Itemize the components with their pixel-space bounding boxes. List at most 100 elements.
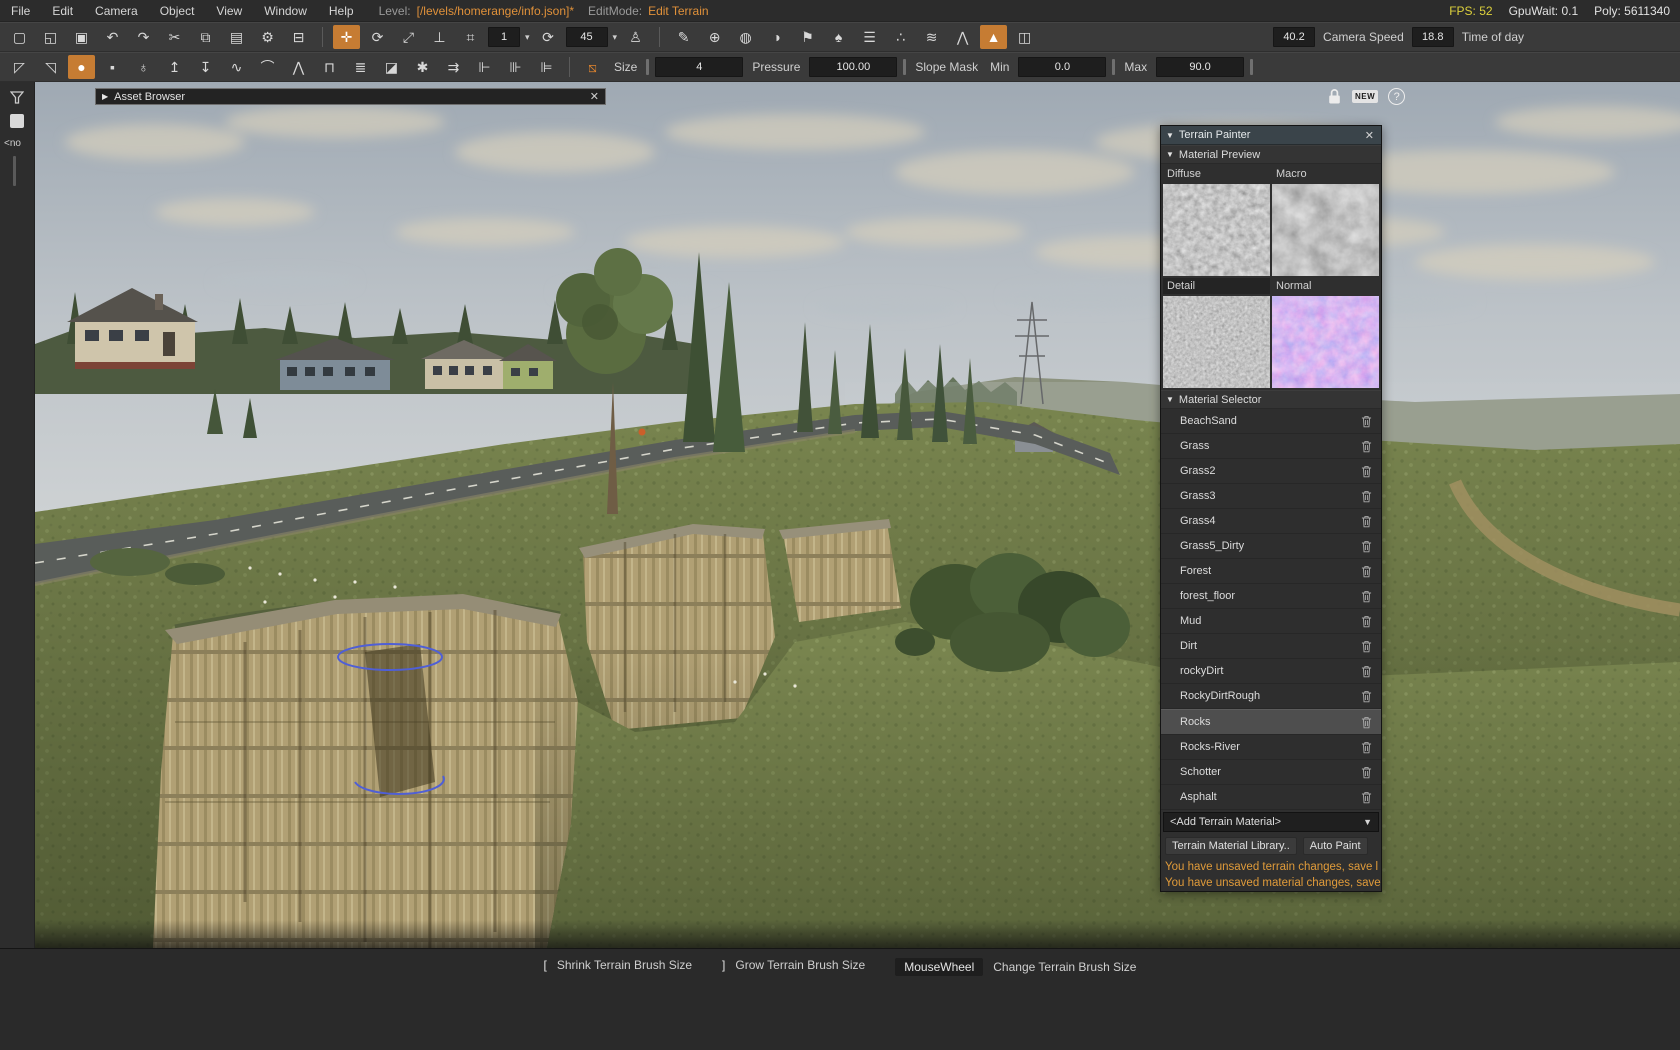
add-object-icon[interactable]: ⊕ [701,25,728,49]
slope-max-input[interactable]: 90.0 [1156,57,1245,77]
material-row[interactable]: RockyDirtRough [1161,684,1381,709]
menu-item[interactable]: File [0,4,41,18]
dock-scrollbar[interactable] [13,156,16,186]
translate-tool-icon[interactable]: ✛ [333,25,360,49]
brush-size-slider[interactable] [646,59,650,75]
delete-material-icon[interactable] [1361,540,1372,553]
pressure-slider[interactable] [903,59,907,75]
delete-material-icon[interactable] [1361,640,1372,653]
new-file-icon[interactable]: ▢ [6,25,33,49]
noise-icon[interactable]: ⋀ [285,55,312,79]
time-of-day-input[interactable]: 18.8 [1411,27,1454,47]
snap-dropdown-caret[interactable]: ▾ [522,32,533,43]
rotate-tool-icon[interactable]: ⟳ [364,25,391,49]
close-icon[interactable]: ✕ [584,90,605,103]
viewport-3d-scene[interactable] [35,82,1680,948]
material-row[interactable]: Rocks-River [1161,735,1381,760]
rotate-snap-icon[interactable]: ⟳ [535,25,562,49]
redo-icon[interactable]: ↷ [130,25,157,49]
collapse-icon[interactable]: ▼ [1161,131,1179,140]
road-tool-icon[interactable]: ◫ [1011,25,1038,49]
delete-material-icon[interactable] [1361,565,1372,578]
menu-item[interactable]: Object [149,4,206,18]
delete-material-icon[interactable] [1361,741,1372,754]
sphere-tool-icon[interactable]: ◍ [732,25,759,49]
select-region-icon[interactable]: ◹ [37,55,64,79]
copy-icon[interactable]: ⧉ [192,25,219,49]
delete-material-icon[interactable] [1361,415,1372,428]
material-row[interactable]: Forest [1161,559,1381,584]
slope-max-slider[interactable] [1250,59,1254,75]
material-row[interactable]: Grass2 [1161,459,1381,484]
scatter-icon[interactable]: ∴ [887,25,914,49]
delete-material-icon[interactable] [1361,440,1372,453]
detail-texture-thumbnail[interactable] [1163,296,1270,388]
terrain-editor-icon[interactable]: ▲ [980,25,1008,49]
brush-size-input[interactable]: 4 [655,57,744,77]
normal-texture-thumbnail[interactable] [1272,296,1379,388]
mask-tool-1-icon[interactable]: ⊩ [471,55,498,79]
delete-material-icon[interactable] [1361,515,1372,528]
flag-tool-icon[interactable]: ⚑ [794,25,821,49]
river-tool-icon[interactable]: ≋ [918,25,945,49]
add-terrain-material-dropdown[interactable]: <Add Terrain Material> ▼ [1163,812,1379,832]
menu-item[interactable]: Edit [41,4,84,18]
walk-mode-icon[interactable]: ♙ [622,25,649,49]
menu-item[interactable]: View [205,4,253,18]
select-arrow-icon[interactable]: ◸ [6,55,33,79]
scale-tool-icon[interactable]: ⤢ [395,25,422,49]
ridge-tool-icon[interactable]: ⋀ [949,25,976,49]
collapse-icon[interactable]: ▼ [1161,395,1179,404]
slope-mask-icon[interactable]: ⧅ [579,55,606,79]
snap-grid-icon[interactable]: ⌗ [457,25,484,49]
slope-min-slider[interactable] [1112,59,1116,75]
delete-material-icon[interactable] [1361,490,1372,503]
auto-paint-button[interactable]: Auto Paint [1302,837,1368,855]
pencil-tool-icon[interactable]: ✎ [670,25,697,49]
material-row[interactable]: Grass3 [1161,484,1381,509]
smooth-icon[interactable]: ∿ [223,55,250,79]
material-row[interactable]: Asphalt [1161,785,1381,810]
pressure-input[interactable]: 100.00 [809,57,898,77]
undo-icon[interactable]: ↶ [99,25,126,49]
delete-material-icon[interactable] [1361,665,1372,678]
delete-material-icon[interactable] [1361,590,1372,603]
delete-material-icon[interactable] [1361,766,1372,779]
material-row[interactable]: forest_floor [1161,584,1381,609]
delete-material-icon[interactable] [1361,615,1372,628]
paint-tool-icon[interactable]: ◑ [763,25,790,49]
settings-icon[interactable]: ⚙ [254,25,281,49]
flatten-icon[interactable]: ⊓ [316,55,343,79]
angle-dropdown-caret[interactable]: ▾ [610,32,621,43]
menu-item[interactable]: Window [253,4,318,18]
round-brush-icon[interactable]: ● [68,55,95,79]
delete-material-icon[interactable] [1361,690,1372,703]
material-selector-section-header[interactable]: ▼ Material Selector [1161,390,1381,409]
lock-icon[interactable] [1327,88,1342,105]
raise-height-icon[interactable]: ↥ [161,55,188,79]
toolbar-divider[interactable] [569,57,570,77]
open-folder-icon[interactable]: ◱ [37,25,64,49]
vehicle-icon[interactable]: ⊟ [285,25,312,49]
erase-icon[interactable]: ◪ [378,55,405,79]
material-row[interactable]: Mud [1161,609,1381,634]
material-row[interactable]: Grass4 [1161,509,1381,534]
delete-material-icon[interactable] [1361,791,1372,804]
add-panel-icon[interactable] [10,114,24,128]
material-row[interactable]: BeachSand [1161,409,1381,434]
asset-browser-bar[interactable]: ▶ Asset Browser ✕ [95,88,606,105]
expand-icon[interactable]: ▶ [96,92,114,101]
forest-tool-icon[interactable]: ♠ [825,25,852,49]
layers-icon[interactable]: ☰ [856,25,883,49]
help-icon[interactable]: ? [1388,88,1406,105]
paste-icon[interactable]: ▤ [223,25,250,49]
snap-size-input[interactable]: 1 [488,27,520,47]
new-badge[interactable]: NEW [1352,90,1379,103]
terrain-painter-header[interactable]: ▼ Terrain Painter ✕ [1161,126,1381,145]
lower-height-icon[interactable]: ↧ [192,55,219,79]
material-row[interactable]: Dirt [1161,634,1381,659]
collapsed-panel-label[interactable]: <no [0,138,34,149]
close-icon[interactable]: ✕ [1358,129,1381,142]
square-brush-icon[interactable]: ▪ [99,55,126,79]
diffuse-texture-thumbnail[interactable] [1163,184,1270,276]
